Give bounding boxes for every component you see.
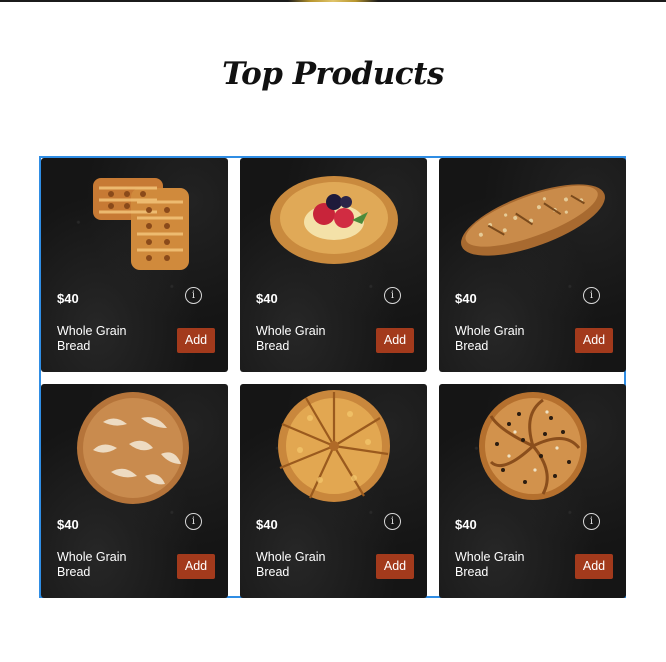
add-button[interactable]: Add	[177, 554, 215, 579]
info-icon[interactable]: i	[384, 513, 401, 530]
product-price: $40	[455, 517, 477, 532]
product-name: Whole Grain Bread	[256, 550, 326, 579]
product-price: $40	[57, 517, 79, 532]
product-name: Whole Grain Bread	[57, 324, 127, 353]
product-image-lattice-pastry	[41, 158, 228, 278]
product-image-seeded-kaiser-roll	[439, 384, 626, 504]
banner-highlight	[288, 0, 378, 2]
add-button[interactable]: Add	[575, 328, 613, 353]
product-card[interactable]: $40 i Whole Grain Bread Add	[240, 158, 427, 372]
product-name: Whole Grain Bread	[256, 324, 326, 353]
product-name: Whole Grain Bread	[455, 550, 525, 579]
product-image-sliced-pie	[240, 384, 427, 504]
product-card[interactable]: $40 i Whole Grain Bread Add	[439, 384, 626, 598]
product-image-sourdough-boule	[41, 384, 228, 504]
add-button[interactable]: Add	[376, 328, 414, 353]
top-banner-edge	[0, 0, 666, 2]
product-price: $40	[455, 291, 477, 306]
product-grid: $40 i Whole Grain Bread Add $40 i Whole …	[39, 156, 626, 598]
product-card[interactable]: $40 i Whole Grain Bread Add	[41, 384, 228, 598]
add-button[interactable]: Add	[177, 328, 215, 353]
info-icon[interactable]: i	[185, 513, 202, 530]
product-card[interactable]: $40 i Whole Grain Bread Add	[41, 158, 228, 372]
product-name: Whole Grain Bread	[455, 324, 525, 353]
add-button[interactable]: Add	[376, 554, 414, 579]
info-icon[interactable]: i	[384, 287, 401, 304]
info-icon[interactable]: i	[583, 513, 600, 530]
product-price: $40	[256, 517, 278, 532]
product-name: Whole Grain Bread	[57, 550, 127, 579]
add-button[interactable]: Add	[575, 554, 613, 579]
product-image-seeded-baguette	[439, 158, 626, 278]
product-card[interactable]: $40 i Whole Grain Bread Add	[439, 158, 626, 372]
product-card[interactable]: $40 i Whole Grain Bread Add	[240, 384, 427, 598]
info-icon[interactable]: i	[185, 287, 202, 304]
product-image-berry-danish	[240, 158, 427, 278]
section-title: Top Products	[222, 56, 444, 92]
product-price: $40	[57, 291, 79, 306]
info-icon[interactable]: i	[583, 287, 600, 304]
product-price: $40	[256, 291, 278, 306]
